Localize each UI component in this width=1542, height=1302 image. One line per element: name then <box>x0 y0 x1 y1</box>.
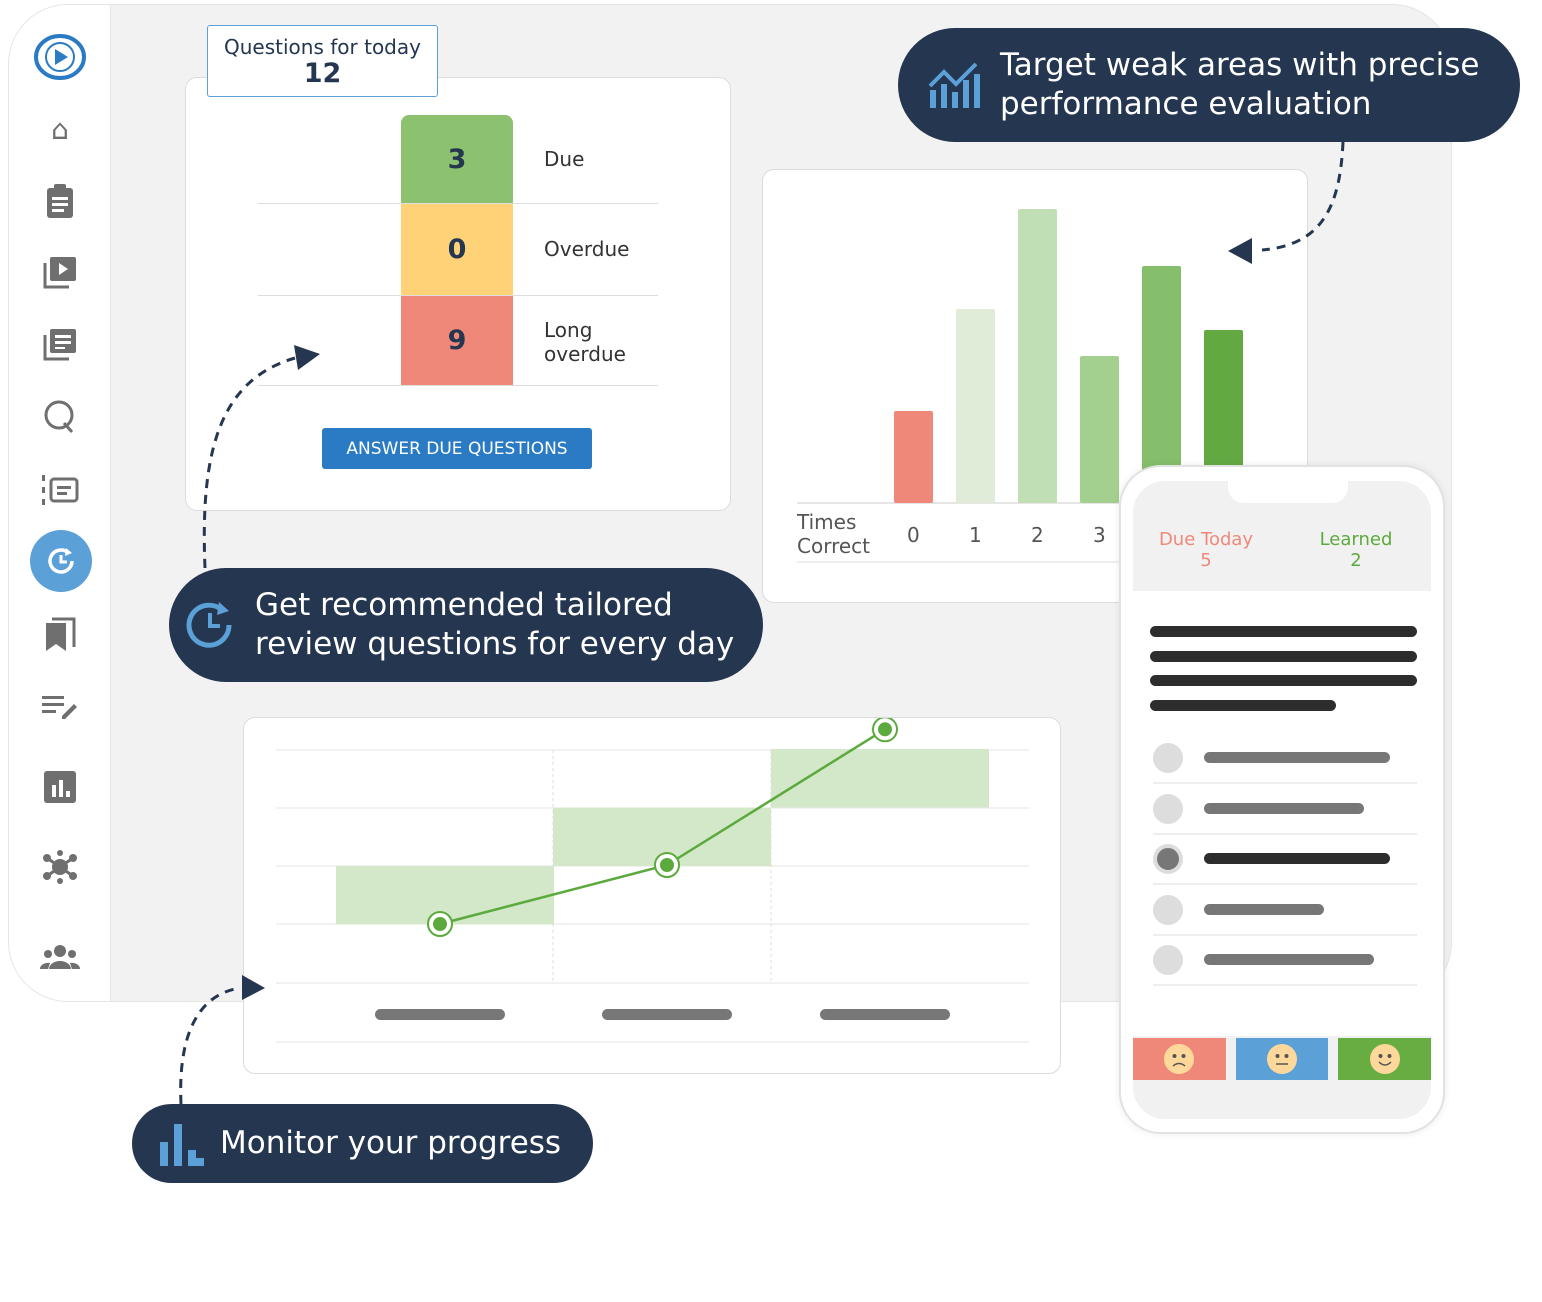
divider <box>1153 933 1417 936</box>
learned-value: 2 <box>1350 550 1362 571</box>
answer-option-radio[interactable] <box>1153 844 1183 874</box>
rating-button[interactable] <box>1338 1038 1432 1080</box>
arrowhead <box>1228 238 1252 264</box>
due-today-label: Due Today <box>1158 529 1254 550</box>
callout-monitor-progress: Monitor your progress <box>132 1104 593 1183</box>
arrow-to-bar-chart <box>1261 141 1345 252</box>
answer-option-text[interactable] <box>1204 954 1374 965</box>
rating-button[interactable] <box>1133 1038 1226 1080</box>
arrow-to-questions-card <box>202 356 296 569</box>
answer-option-text[interactable] <box>1204 853 1390 864</box>
neutral-face-icon <box>1267 1044 1297 1074</box>
answer-option-radio[interactable] <box>1153 793 1183 824</box>
answer-option-radio[interactable] <box>1153 894 1183 925</box>
divider <box>1153 782 1417 784</box>
answer-option-radio[interactable] <box>1153 945 1183 975</box>
due-today-stat: Due Today 5 <box>1141 529 1271 571</box>
performance-chart-icon <box>928 62 980 108</box>
callout-text: Get recommended tailored review question… <box>255 587 735 662</box>
callout-text: Monitor your progress <box>220 1125 562 1161</box>
review-clock-icon <box>186 602 232 648</box>
answer-option-text[interactable] <box>1204 752 1390 763</box>
answer-option-text[interactable] <box>1204 903 1324 915</box>
question-text-line <box>1150 626 1417 637</box>
learned-label: Learned <box>1319 529 1393 550</box>
divider <box>1153 883 1417 885</box>
divider <box>1153 984 1417 986</box>
question-text-line <box>1150 675 1417 686</box>
callout-target-weak-areas: Target weak areas with precise performan… <box>898 28 1520 142</box>
question-text-line <box>1150 651 1417 662</box>
arrowhead <box>294 345 320 370</box>
learned-stat: Learned 2 <box>1296 529 1416 571</box>
happy-face-icon <box>1369 1044 1400 1074</box>
answer-option-radio[interactable] <box>1153 743 1183 773</box>
answer-option-text[interactable] <box>1204 802 1364 814</box>
phone-notch <box>1228 481 1348 503</box>
question-text-line <box>1150 700 1336 711</box>
arrowhead <box>242 975 265 1000</box>
rating-button[interactable] <box>1235 1038 1329 1080</box>
callout-text: Target weak areas with precise performan… <box>1000 47 1480 122</box>
sad-face-icon <box>1164 1044 1195 1074</box>
divider <box>1153 832 1417 835</box>
arrow-to-progress-chart <box>179 986 241 1105</box>
due-today-value: 5 <box>1200 550 1212 571</box>
callout-review-questions: Get recommended tailored review question… <box>169 568 763 682</box>
stats-bars-icon <box>160 1123 204 1166</box>
